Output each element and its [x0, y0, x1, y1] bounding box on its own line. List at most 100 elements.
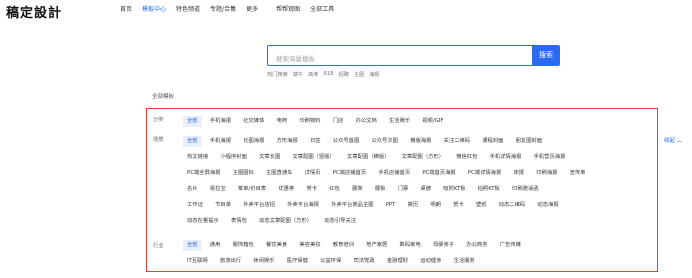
filter-tag[interactable]: 朋友圈封面: [512, 136, 547, 147]
filter-tag[interactable]: 红包: [325, 184, 344, 195]
filter-tag[interactable]: 电商: [273, 116, 292, 127]
filter-tag[interactable]: 视频/GIF: [418, 116, 447, 127]
filter-tag[interactable]: 印刷物料: [295, 116, 324, 127]
filter-tag[interactable]: 文章配图（竖版）: [288, 152, 338, 163]
hot-search-link[interactable]: 主图: [354, 71, 364, 78]
filter-tag[interactable]: 明朗: [426, 200, 445, 211]
filter-tag[interactable]: 服饰箱包: [229, 240, 258, 251]
hot-search-link[interactable]: 618: [324, 71, 334, 78]
filter-tag[interactable]: 母婴亲子: [429, 240, 458, 251]
filter-tag[interactable]: 印刷海报: [532, 168, 561, 179]
filter-tag[interactable]: 文章配图（方形）: [398, 152, 448, 163]
logo[interactable]: 稿定設計: [6, 2, 62, 21]
filter-tag[interactable]: 名片: [183, 184, 202, 195]
filter-tag[interactable]: 床报: [509, 168, 528, 179]
filter-tag[interactable]: 日签: [306, 136, 325, 147]
filter-tag[interactable]: 展架: [348, 184, 367, 195]
filter-tag[interactable]: 动态文章配图（方形）: [255, 216, 316, 227]
nav-item[interactable]: 模板中心: [142, 4, 166, 13]
nav-item[interactable]: 专题/合集: [210, 4, 236, 13]
filter-tag[interactable]: 全部: [183, 115, 202, 127]
filter-tag[interactable]: 社交媒体: [239, 116, 268, 127]
filter-tag[interactable]: 金融理财: [383, 256, 412, 267]
filter-tag[interactable]: 节目单: [211, 200, 235, 211]
nav-item[interactable]: 帮帮观图: [276, 4, 300, 13]
filter-tag[interactable]: 贺卡: [302, 184, 321, 195]
filter-tag[interactable]: 教育培训: [329, 240, 358, 251]
filter-tag[interactable]: 工作证: [183, 200, 207, 211]
search-button[interactable]: 搜索: [532, 45, 560, 66]
filter-tag[interactable]: 旅游出行: [216, 256, 245, 267]
filter-tag[interactable]: 热文链接: [183, 152, 212, 163]
filter-tag[interactable]: 全部: [183, 135, 202, 147]
filter-tag[interactable]: 外卖平台海报: [283, 200, 323, 211]
filter-tag[interactable]: 公众号次图: [367, 136, 402, 147]
filter-tag[interactable]: 宣传单: [566, 168, 590, 179]
filter-tag[interactable]: 长图海报: [239, 136, 268, 147]
filter-tag[interactable]: 办公文档: [352, 116, 381, 127]
filter-tag[interactable]: 美容美妆: [295, 240, 324, 251]
filter-tag[interactable]: 动态引导关注: [320, 216, 360, 227]
filter-tag[interactable]: 门店: [329, 116, 348, 127]
filter-tag[interactable]: 运动健身: [416, 256, 445, 267]
hot-search-link[interactable]: 招聘: [338, 71, 348, 78]
filter-tag[interactable]: 生活服务: [450, 256, 479, 267]
filter-tag[interactable]: 印刷邀请函: [508, 184, 543, 195]
filter-tag[interactable]: 公众号首图: [329, 136, 364, 147]
filter-tag[interactable]: 菜单/价目表: [234, 184, 270, 195]
filter-tag[interactable]: 公益环保: [316, 256, 345, 267]
filter-tag[interactable]: 数码家电: [396, 240, 425, 251]
filter-tag[interactable]: 易拉宝: [206, 184, 230, 195]
filter-tag[interactable]: 文章配图（横版）: [343, 152, 393, 163]
filter-tag[interactable]: 动态二维码: [495, 200, 530, 211]
hot-search-link[interactable]: 高考: [308, 71, 318, 78]
filter-tag[interactable]: PC端店铺首页: [329, 168, 370, 179]
filter-tag[interactable]: 桌牌: [416, 184, 435, 195]
nav-item[interactable]: 全部工具: [310, 4, 334, 13]
filter-tag[interactable]: 拍照KT板: [474, 184, 504, 195]
nav-item[interactable]: 特色频道: [176, 4, 200, 13]
filter-tag[interactable]: 展板: [371, 184, 390, 195]
filter-tag[interactable]: 手机店铺首页: [374, 168, 414, 179]
filter-tag[interactable]: 休闲娱乐: [249, 256, 278, 267]
filter-tag[interactable]: PC端详情海报: [464, 168, 505, 179]
filter-tag[interactable]: 主图图标: [229, 168, 258, 179]
filter-tag[interactable]: 生活娱乐: [385, 116, 414, 127]
filter-tag[interactable]: 壁纸: [472, 200, 491, 211]
filter-tag[interactable]: 全部: [183, 239, 202, 251]
filter-tag[interactable]: 广告传媒: [496, 240, 525, 251]
filter-tag[interactable]: 关注二维码: [440, 136, 475, 147]
filter-tag[interactable]: 小程序封面: [216, 152, 251, 163]
filter-tag[interactable]: 外卖平台店招: [239, 200, 279, 211]
filter-tag[interactable]: 文章长图: [255, 152, 284, 163]
search-input[interactable]: [268, 49, 532, 69]
filter-tag[interactable]: 通用: [206, 240, 225, 251]
filter-tag[interactable]: 课程封面: [478, 136, 507, 147]
filter-tag[interactable]: 手机详情海报: [486, 152, 526, 163]
collapse-toggle[interactable]: 收起 ︿: [664, 136, 682, 144]
filter-tag[interactable]: 优惠券: [274, 184, 298, 195]
filter-tag[interactable]: 办公商务: [462, 240, 491, 251]
filter-tag[interactable]: 地产家居: [362, 240, 391, 251]
filter-tag[interactable]: 贺卡: [449, 200, 468, 211]
filter-tag[interactable]: 手机海报: [206, 136, 235, 147]
filter-tag[interactable]: 横版海报: [406, 136, 435, 147]
filter-tag[interactable]: 详情页: [301, 168, 325, 179]
filter-tag[interactable]: 外卖平台商品主图: [327, 200, 377, 211]
filter-tag[interactable]: 门票: [394, 184, 413, 195]
filter-tag[interactable]: PC端首页海报: [418, 168, 459, 179]
nav-item[interactable]: 首页: [120, 4, 132, 13]
filter-tag[interactable]: 医疗保健: [283, 256, 312, 267]
hot-search-link[interactable]: 海报: [369, 71, 379, 78]
filter-tag[interactable]: 司法党政: [349, 256, 378, 267]
filter-tag[interactable]: 微信红包: [452, 152, 481, 163]
hot-search-link[interactable]: 端午: [293, 71, 303, 78]
filter-tag[interactable]: 方形海报: [273, 136, 302, 147]
filter-tag[interactable]: 主图直通车: [262, 168, 297, 179]
filter-tag[interactable]: 表情包: [227, 216, 251, 227]
filter-tag[interactable]: 吸附KT板: [439, 184, 469, 195]
filter-tag[interactable]: PC端全屏海报: [183, 168, 224, 179]
filter-tag[interactable]: 手机海报: [206, 116, 235, 127]
filter-tag[interactable]: 动态海报: [533, 200, 562, 211]
filter-tag[interactable]: 手机营页海报: [530, 152, 570, 163]
